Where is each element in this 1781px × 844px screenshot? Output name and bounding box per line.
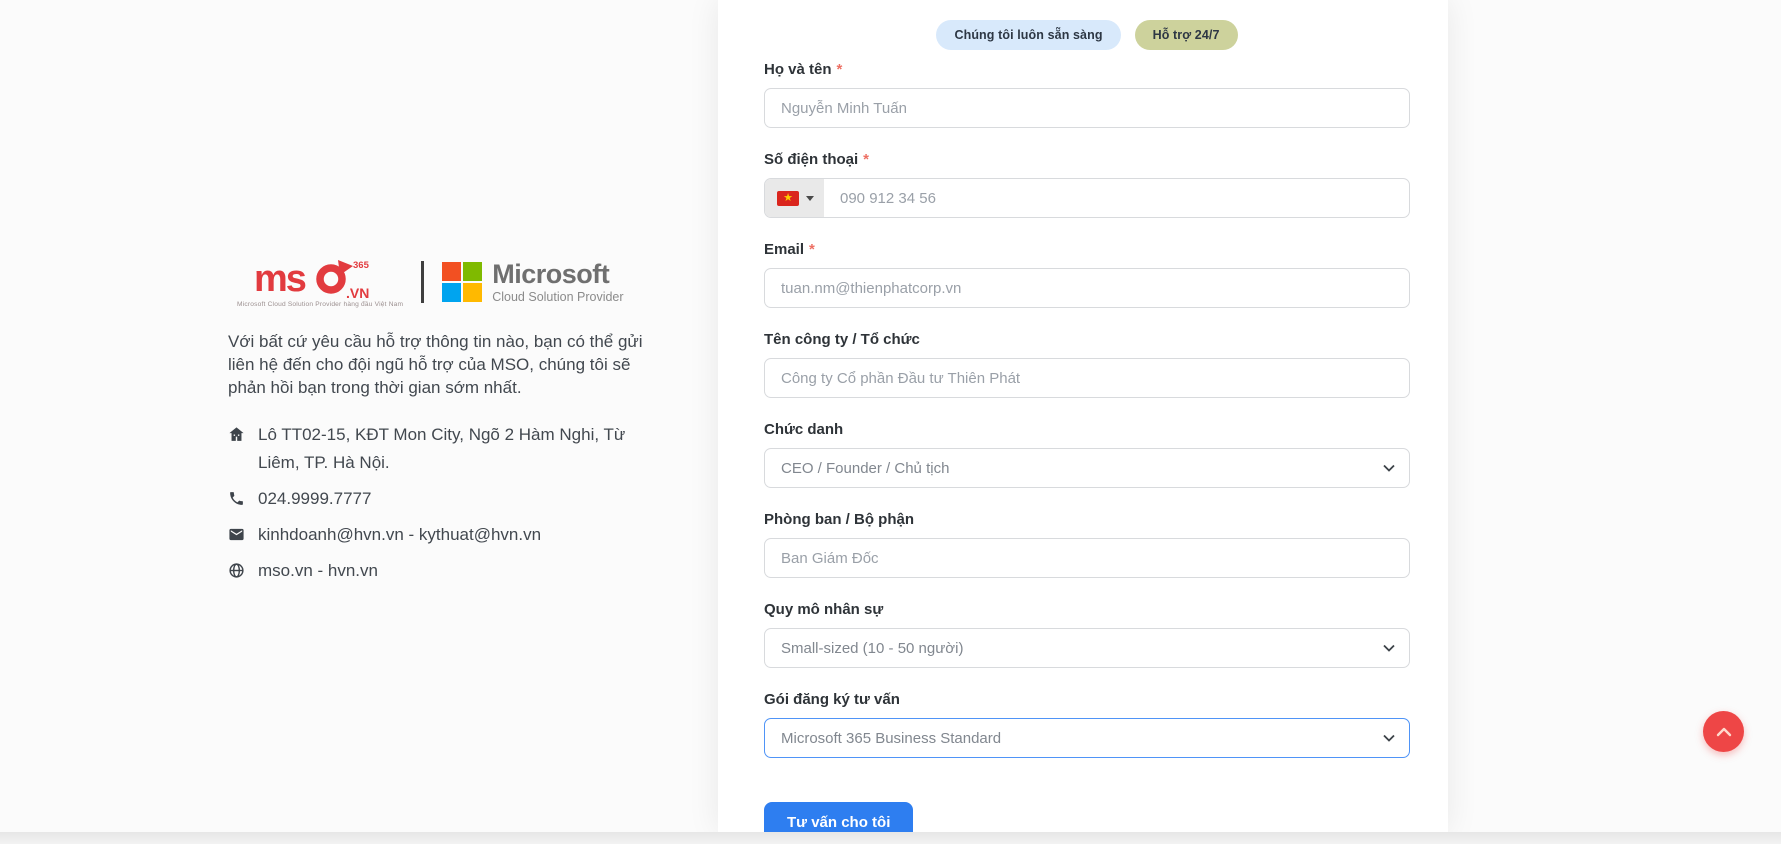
mso-logo-graphic: ms 365 .VN	[254, 258, 370, 300]
company-label: Tên công ty / Tổ chức	[764, 331, 920, 348]
building-icon	[228, 426, 245, 443]
company-input[interactable]	[765, 359, 1409, 397]
ms-square-green	[463, 262, 483, 281]
job-title-select[interactable]: CEO / Founder / Chủ tịch	[764, 448, 1410, 488]
package-label: Gói đăng ký tư vấn	[764, 691, 900, 708]
chevron-up-icon	[1716, 727, 1732, 737]
brand-logos: ms 365 .VN Microsoft Cloud Solution Prov…	[237, 256, 624, 308]
phone-label: Số điện thoại	[764, 151, 859, 168]
badge-always-ready: Chúng tôi luôn sẵn sàng	[936, 20, 1121, 50]
full-name-input[interactable]	[765, 89, 1409, 127]
email-text[interactable]: kinhdoanh@hvn.vn - kythuat@hvn.vn	[258, 521, 541, 549]
mso-365-label: 365	[353, 260, 370, 271]
ms-square-blue	[442, 283, 462, 302]
field-package: Gói đăng ký tư vấn Microsoft 365 Busines…	[764, 692, 1410, 758]
field-job-title: Chức danh CEO / Founder / Chủ tịch	[764, 422, 1410, 488]
support-description: Với bất cứ yêu cầu hỗ trợ thông tin nào,…	[228, 332, 643, 397]
contact-item-email: kinhdoanh@hvn.vn - kythuat@hvn.vn	[228, 521, 632, 549]
department-input[interactable]	[765, 539, 1409, 577]
field-email: Email *	[764, 242, 1410, 308]
scroll-top-button[interactable]	[1703, 711, 1744, 752]
field-phone: Số điện thoại * ★	[764, 152, 1410, 218]
job-title-value: CEO / Founder / Chủ tịch	[781, 459, 950, 477]
contact-item-phone: 024.9999.7777	[228, 485, 632, 513]
address-text: Lô TT02-15, KĐT Mon City, Ngõ 2 Hàm Nghi…	[258, 425, 626, 472]
required-asterisk: *	[809, 241, 815, 258]
email-icon	[228, 526, 245, 543]
field-department: Phòng ban / Bộ phận	[764, 512, 1410, 578]
department-label: Phòng ban / Bộ phận	[764, 511, 914, 528]
flag-caret-icon	[806, 195, 814, 201]
field-company-size: Quy mô nhân sự Small-sized (10 - 50 ngườ…	[764, 602, 1410, 668]
vietnam-flag-icon: ★	[777, 190, 799, 206]
phone-text[interactable]: 024.9999.7777	[258, 485, 371, 513]
logo-divider	[421, 261, 425, 303]
package-select[interactable]: Microsoft 365 Business Standard	[764, 718, 1410, 758]
field-full-name: Họ và tên *	[764, 62, 1410, 128]
job-title-label: Chức danh	[764, 421, 844, 438]
email-input[interactable]	[765, 269, 1409, 307]
microsoft-subtitle: Cloud Solution Provider	[492, 289, 624, 304]
website-text[interactable]: mso.vn - hvn.vn	[258, 557, 378, 585]
badges-row: Chúng tôi luôn sẵn sàng Hỗ trợ 24/7	[764, 20, 1410, 50]
badge-support-247: Hỗ trợ 24/7	[1134, 20, 1238, 50]
phone-icon	[228, 490, 245, 507]
consultation-form: Họ và tên* Số điện thoại* ★	[764, 62, 1410, 843]
company-size-value: Small-sized (10 - 50 người)	[781, 639, 964, 657]
microsoft-squares-icon	[442, 262, 483, 302]
contact-form-panel: Chúng tôi luôn sẵn sàng Hỗ trợ 24/7 Họ v…	[718, 0, 1448, 843]
package-value: Microsoft 365 Business Standard	[781, 729, 1002, 747]
company-size-label: Quy mô nhân sự	[764, 601, 884, 618]
chevron-down-icon	[1383, 734, 1395, 742]
phone-input[interactable]	[824, 179, 1409, 217]
contact-section: ms 365 .VN Microsoft Cloud Solution Prov…	[0, 0, 1781, 844]
contact-item-website: mso.vn - hvn.vn	[228, 557, 632, 585]
field-company: Tên công ty / Tổ chức	[764, 332, 1410, 398]
required-asterisk: *	[836, 61, 843, 78]
chevron-down-icon	[1383, 644, 1395, 652]
contact-item-address: Lô TT02-15, KĐT Mon City, Ngõ 2 Hàm Nghi…	[228, 421, 632, 477]
mso-logo: ms 365 .VN Microsoft Cloud Solution Prov…	[237, 256, 403, 308]
contact-list: Lô TT02-15, KĐT Mon City, Ngõ 2 Hàm Nghi…	[228, 421, 632, 593]
required-asterisk: *	[863, 151, 870, 168]
globe-icon	[228, 562, 245, 579]
mso-o-ring	[316, 264, 346, 294]
company-size-select[interactable]: Small-sized (10 - 50 người)	[764, 628, 1410, 668]
full-name-label: Họ và tên	[764, 61, 832, 78]
ms-square-red	[442, 262, 462, 281]
section-divider	[0, 832, 1781, 844]
chevron-down-icon	[1383, 464, 1395, 472]
email-label: Email	[764, 241, 805, 258]
country-code-selector[interactable]: ★	[765, 179, 824, 217]
microsoft-wordmark: Microsoft	[492, 258, 610, 289]
ms-square-yellow	[463, 283, 483, 302]
mso-wordmark: ms	[254, 258, 306, 300]
mso-tagline: Microsoft Cloud Solution Provider hàng đ…	[237, 301, 404, 308]
mso-vn-label: .VN	[346, 285, 369, 300]
mso-arrow-icon	[338, 260, 354, 275]
microsoft-logo: Microsoft Cloud Solution Provider	[442, 258, 624, 304]
